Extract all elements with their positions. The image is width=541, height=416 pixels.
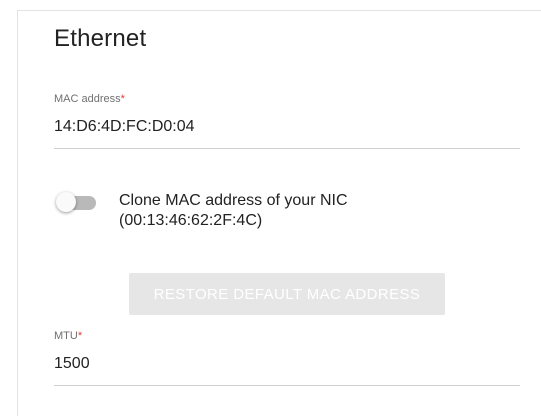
mac-address-input[interactable]: [54, 118, 514, 136]
required-mark: *: [77, 330, 83, 342]
clone-mac-label-line1: Clone MAC address of your NIC: [119, 192, 348, 209]
mac-address-label: MAC address*: [54, 93, 125, 105]
mtu-input[interactable]: [54, 355, 514, 373]
toggle-knob: [56, 192, 76, 212]
mac-address-label-text: MAC address: [54, 93, 121, 105]
mtu-label-text: MTU: [54, 330, 78, 342]
required-mark: *: [120, 93, 125, 105]
restore-default-mac-button[interactable]: RESTORE DEFAULT MAC ADDRESS: [129, 273, 445, 315]
ethernet-panel: Ethernet MAC address* Clone MAC address …: [17, 10, 541, 416]
mac-address-underline: [54, 148, 520, 149]
clone-mac-label-line2: (00:13:46:62:2F:4C): [119, 212, 263, 229]
mtu-underline: [54, 385, 520, 386]
mtu-label: MTU*: [54, 330, 82, 342]
section-title: Ethernet: [54, 25, 147, 52]
clone-mac-label: Clone MAC address of your NIC (00:13:46:…: [119, 191, 479, 231]
clone-mac-toggle[interactable]: [56, 192, 100, 214]
